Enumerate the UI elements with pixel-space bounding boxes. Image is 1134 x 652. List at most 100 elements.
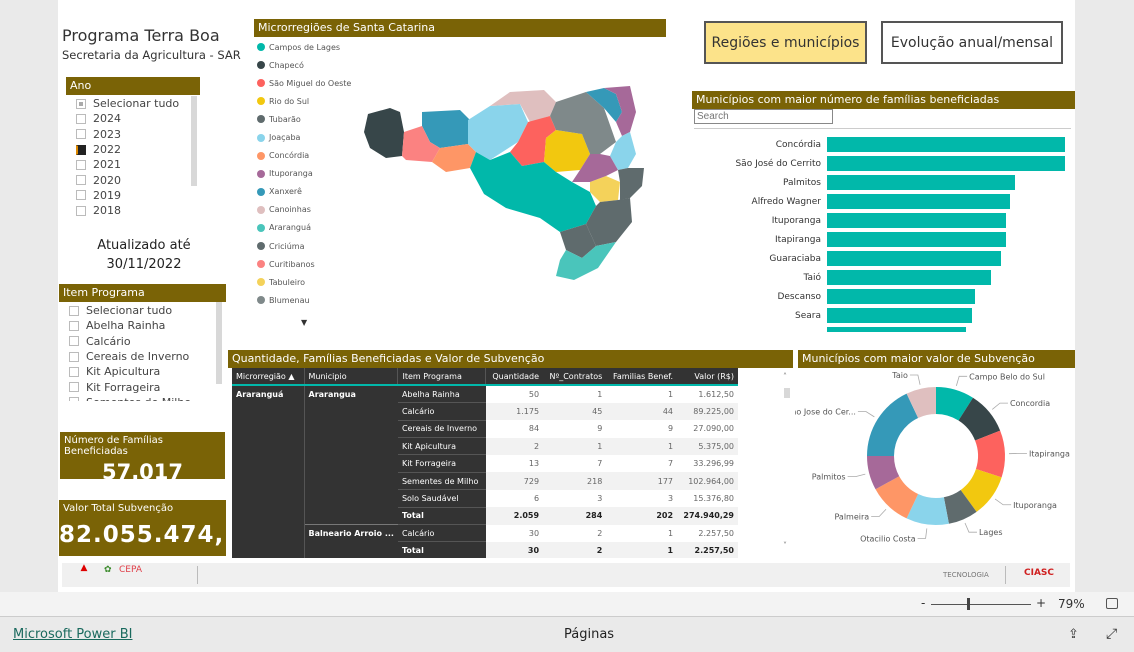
bar[interactable] <box>827 194 1011 209</box>
legend-item[interactable]: Canoinhas <box>257 201 367 219</box>
legend-item[interactable]: Araranguá <box>257 219 367 237</box>
donut-chart[interactable]: Campo Belo do Sul Concordia Itapiranga Itup… <box>795 370 1075 545</box>
checkbox[interactable] <box>76 190 86 201</box>
bar-row[interactable]: Palmitos <box>696 175 1016 190</box>
checkbox[interactable] <box>76 159 86 170</box>
item-option[interactable]: Abelha Rainha <box>69 318 214 333</box>
checkbox[interactable] <box>76 175 86 186</box>
legend-item[interactable]: Tabuleiro <box>257 273 367 291</box>
legend-scroll-down-icon[interactable]: ▼ <box>301 318 307 327</box>
regioes-municipios-button[interactable]: Regiões e municípios <box>704 21 867 64</box>
sc-map[interactable] <box>360 82 650 282</box>
bar[interactable] <box>827 213 1006 228</box>
bar-label: Seara <box>795 310 821 321</box>
value-cell: 1 <box>667 390 674 400</box>
evolucao-button[interactable]: Evolução anual/mensal <box>881 21 1063 64</box>
column-header[interactable]: Valor (R$) <box>677 368 738 387</box>
checkbox[interactable] <box>69 320 79 331</box>
legend-item[interactable]: Concórdia <box>257 147 367 165</box>
legend-item[interactable]: Campos de Lages <box>257 38 367 56</box>
bar[interactable] <box>827 308 973 323</box>
bar[interactable] <box>827 289 975 304</box>
bar[interactable] <box>827 156 1065 171</box>
item-option[interactable]: Selecionar tudo <box>69 303 214 318</box>
column-header[interactable]: Nº_Contratos <box>543 368 607 387</box>
fullscreen-icon[interactable]: ⤢ <box>1106 626 1117 642</box>
bar-row[interactable]: Itapiranga <box>696 232 1006 247</box>
zoom-slider[interactable] <box>931 604 1031 605</box>
checkbox[interactable] <box>69 336 79 347</box>
bar-row[interactable]: Concórdia <box>696 137 1065 152</box>
power-bi-link[interactable]: Microsoft Power BI <box>13 627 132 642</box>
bar[interactable] <box>827 270 992 285</box>
bar[interactable] <box>827 232 1006 247</box>
pages-button[interactable]: Páginas <box>564 627 614 642</box>
item-option[interactable]: Kit Apicultura <box>69 364 214 379</box>
legend-item[interactable]: Blumenau <box>257 291 367 309</box>
ano-option[interactable]: 2022 <box>76 142 191 157</box>
checkbox[interactable] <box>76 205 86 216</box>
ano-option[interactable]: 2019 <box>76 188 191 203</box>
search-input[interactable] <box>694 109 833 124</box>
checkbox[interactable] <box>69 351 79 362</box>
legend-item[interactable]: Chapecó <box>257 56 367 74</box>
column-header[interactable]: Familias Benef. <box>606 368 678 387</box>
column-header[interactable]: Item Programa <box>397 368 487 387</box>
legend-item[interactable]: Criciúma <box>257 237 367 255</box>
bar-row[interactable]: Guaraciaba <box>696 251 1001 266</box>
bar-row[interactable]: Ituporanga <box>696 213 1006 228</box>
checkbox[interactable] <box>69 382 79 393</box>
legend-item[interactable]: São Miguel do Oeste <box>257 74 367 92</box>
bar-row[interactable]: Descanso <box>696 289 975 304</box>
column-header[interactable]: Microrregião ▲ <box>232 368 305 387</box>
bar[interactable] <box>827 175 1016 190</box>
table-scrollbar[interactable] <box>784 388 790 398</box>
legend-item[interactable]: Joaçaba <box>257 128 367 146</box>
legend-item[interactable]: Curitibanos <box>257 255 367 273</box>
zoom-out-button[interactable]: - <box>921 596 925 610</box>
divider <box>197 566 198 584</box>
item-option[interactable]: Calcário <box>69 334 214 349</box>
ano-option[interactable]: 2018 <box>76 203 191 218</box>
bar-row[interactable]: Taió <box>696 270 992 285</box>
ano-option[interactable]: 2024 <box>76 111 191 126</box>
scroll-up-icon[interactable]: ˄ <box>783 372 787 381</box>
map-region-sao-miguel[interactable] <box>364 108 404 158</box>
legend-item[interactable]: Xanxerê <box>257 183 367 201</box>
ano-option[interactable]: 2023 <box>76 127 191 142</box>
checkbox[interactable] <box>76 98 86 109</box>
bar-row[interactable]: Alfredo Wagner <box>696 194 1011 209</box>
map-region-florianopolis[interactable] <box>618 168 644 200</box>
item-scrollbar[interactable] <box>216 302 222 384</box>
column-header[interactable]: Quantidade <box>485 368 544 387</box>
scroll-down-icon[interactable]: ˅ <box>783 541 787 550</box>
donut-slice[interactable] <box>867 393 919 456</box>
item-option[interactable]: Kit Forrageira <box>69 379 214 394</box>
ano-option[interactable]: Selecionar tudo <box>76 96 191 111</box>
checkbox[interactable] <box>69 397 79 401</box>
item-option[interactable]: Cereais de Inverno <box>69 349 214 364</box>
legend-item[interactable]: Rio do Sul <box>257 92 367 110</box>
value-cell: 9 <box>597 424 603 434</box>
bar[interactable] <box>827 137 1065 152</box>
item-option[interactable]: Sementes de Milho <box>69 395 214 401</box>
share-icon[interactable]: ⇪ <box>1068 627 1079 642</box>
checkbox[interactable] <box>69 305 79 316</box>
bar-row[interactable]: São José do Cerrito <box>696 156 1065 171</box>
bar-row[interactable]: Seara <box>696 308 973 323</box>
checkbox[interactable] <box>76 113 86 124</box>
column-header[interactable]: Municipio <box>304 368 399 387</box>
fit-to-page-icon[interactable] <box>1106 598 1118 609</box>
checkbox[interactable] <box>76 144 86 155</box>
checkbox[interactable] <box>69 366 79 377</box>
ano-scrollbar[interactable] <box>191 96 197 186</box>
zoom-slider-thumb[interactable] <box>967 598 970 610</box>
zoom-in-button[interactable]: + <box>1036 596 1046 610</box>
bar[interactable] <box>827 251 1001 266</box>
ano-option[interactable]: 2021 <box>76 157 191 172</box>
legend-item[interactable]: Tubarão <box>257 110 367 128</box>
legend-item[interactable]: Ituporanga <box>257 165 367 183</box>
ano-option[interactable]: 2020 <box>76 172 191 187</box>
micro-cell: Araranguá <box>232 385 304 525</box>
checkbox[interactable] <box>76 129 86 140</box>
